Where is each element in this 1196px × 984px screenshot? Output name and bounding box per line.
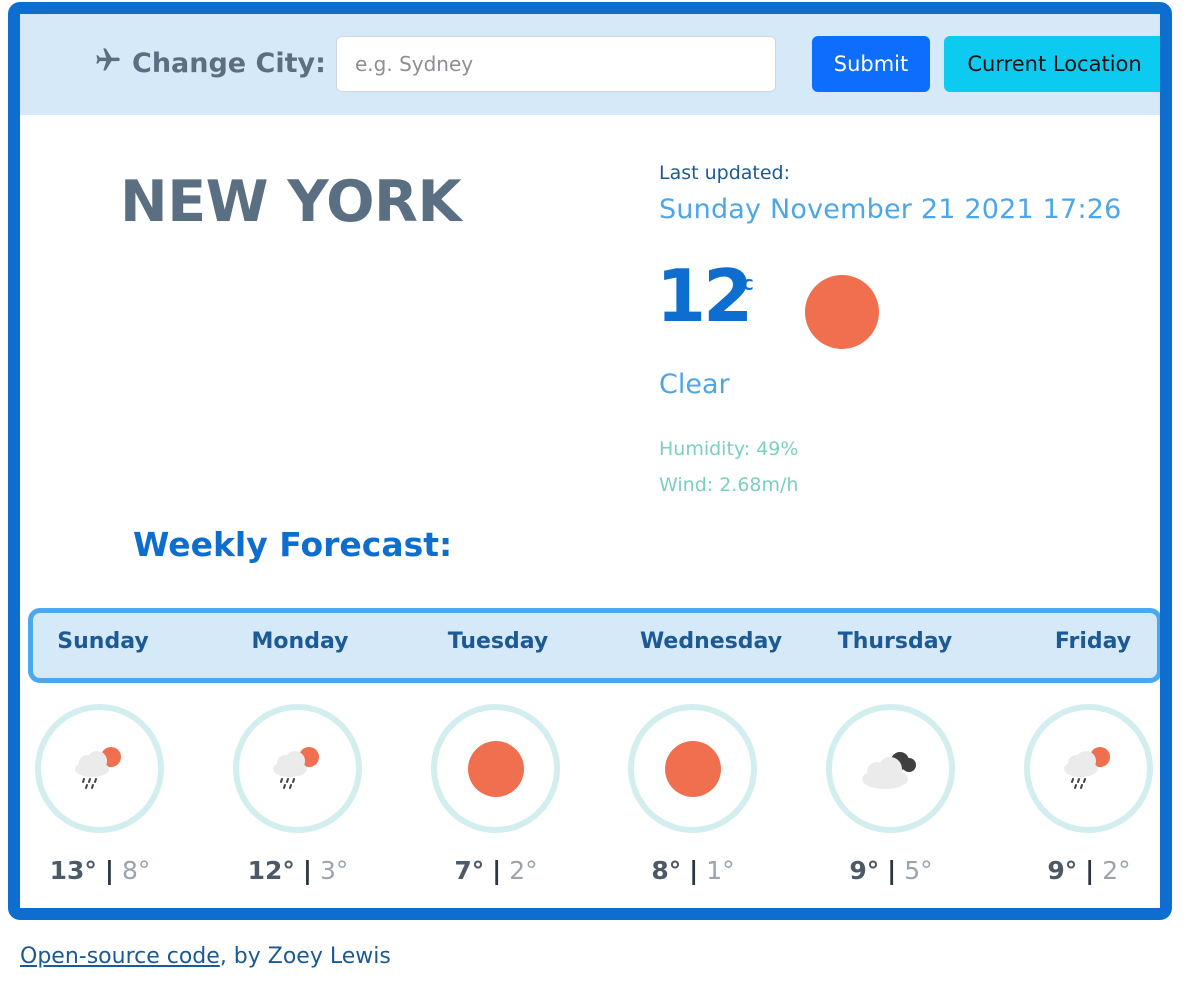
source-code-link[interactable]: Open-source code [20, 944, 220, 969]
forecast-temp-thursday: 9° | 5° [849, 856, 932, 885]
rain-sun-icon [272, 746, 319, 789]
forecast-low: 2° [1102, 856, 1131, 885]
clear-sun-icon [664, 740, 721, 797]
forecast-low: 8° [121, 856, 151, 885]
day-name-friday: Friday [1054, 629, 1132, 654]
change-city-label: Change City: [94, 46, 326, 81]
forecast-temp-wednesday: 8° | 1° [651, 856, 734, 885]
weather-description: Clear [659, 369, 730, 400]
forecast-icon-monday [233, 704, 362, 833]
forecast-high: 7° [454, 856, 485, 885]
forecast-low: 2° [509, 856, 538, 885]
forecast-icon-friday [1024, 704, 1153, 833]
forecast-icon-sunday [35, 704, 164, 833]
forecast-low: 3° [319, 856, 349, 885]
temp-separator: | [887, 856, 897, 885]
submit-button[interactable]: Submit [812, 36, 930, 92]
temp-separator: | [104, 856, 115, 885]
forecast-temp-tuesday: 7° | 2° [454, 856, 537, 885]
temp-separator: | [1085, 856, 1095, 885]
forecast-low: 1° [706, 856, 735, 885]
city-name: NEW YORK [120, 169, 462, 235]
humidity-text: Humidity: 49% [659, 438, 799, 460]
day-name-sunday: Sunday [57, 629, 149, 654]
day-name-wednesday: Wednesday [639, 629, 783, 654]
cloudy-icon [861, 751, 916, 789]
forecast-high: 12° [247, 856, 295, 885]
last-updated-label: Last updated: [659, 162, 791, 184]
forecast-icon-thursday [826, 704, 955, 833]
rain-sun-icon [1063, 746, 1110, 789]
forecast-temp-monday: 12° | 3° [248, 856, 349, 885]
weekly-forecast-title: Weekly Forecast: [133, 525, 453, 564]
forecast-days-bar: Sunday Monday Tuesday Wednesday Thursday… [28, 608, 1160, 683]
footer-author: , by Zoey Lewis [219, 944, 391, 969]
current-location-button[interactable]: Current Location [944, 36, 1160, 92]
forecast-temp-friday: 9° | 2° [1047, 856, 1130, 885]
change-city-text: Change City: [132, 48, 326, 79]
search-bar: Change City: Submit Current Location [20, 14, 1160, 115]
forecast-low: 5° [904, 856, 933, 885]
forecast-icon-tuesday [431, 704, 560, 833]
last-updated-date: Sunday November 21 2021 17:26 [659, 194, 1122, 225]
forecast-temp-sunday: 13° | 8° [50, 856, 151, 885]
forecast-high: 9° [849, 856, 880, 885]
day-name-thursday: Thursday [837, 629, 953, 654]
temp-separator: | [492, 856, 502, 885]
forecast-high: 9° [1047, 856, 1078, 885]
temperature-unit: °C [735, 276, 754, 294]
weather-app: Change City: Submit Current Location NEW… [8, 2, 1172, 920]
temp-separator: | [689, 856, 699, 885]
forecast-icon-wednesday [628, 704, 757, 833]
plane-icon [94, 46, 122, 81]
city-search-input[interactable] [336, 36, 776, 92]
clear-sun-icon [467, 740, 524, 797]
rain-sun-icon [74, 746, 121, 789]
temp-separator: | [302, 856, 313, 885]
forecast-high: 8° [651, 856, 682, 885]
forecast-high: 13° [49, 856, 97, 885]
footer: Open-source code, by Zoey Lewis [20, 944, 391, 969]
day-name-monday: Monday [251, 629, 349, 654]
wind-text: Wind: 2.68m/h [659, 474, 799, 496]
clear-sun-icon [804, 274, 880, 350]
day-name-tuesday: Tuesday [447, 629, 549, 654]
current-temperature: 12 [656, 254, 753, 338]
